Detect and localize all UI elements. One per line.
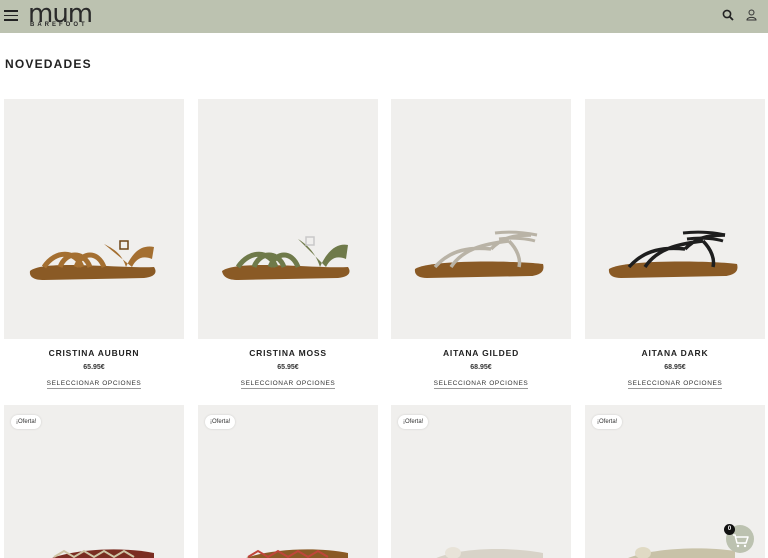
product-image[interactable]	[391, 99, 571, 339]
product-price: 68.95€	[470, 364, 492, 371]
offer-badge: ¡Oferta!	[11, 415, 42, 429]
product-price: 65.95€	[277, 364, 299, 371]
product-name[interactable]: AITANA GILDED	[391, 348, 571, 358]
section-title: NOVEDADES	[5, 57, 92, 71]
product-card: CRISTINA AUBURN 65.95€ SELECCIONAR OPCIO…	[4, 99, 184, 389]
product-image[interactable]	[198, 99, 378, 339]
select-options-button[interactable]: SELECCIONAR OPCIONES	[627, 380, 723, 389]
select-options-button[interactable]: SELECCIONAR OPCIONES	[46, 380, 142, 389]
offer-badge: ¡Oferta!	[398, 415, 429, 429]
search-icon[interactable]	[722, 9, 734, 21]
sandal-image	[608, 230, 738, 278]
product-card: ¡Oferta!	[198, 405, 378, 558]
site-header: mum BAREFOOT	[0, 0, 768, 33]
select-options-button[interactable]: SELECCIONAR OPCIONES	[433, 380, 529, 389]
product-card: ¡Oferta!	[4, 405, 184, 558]
site-logo[interactable]: mum BAREFOOT	[28, 1, 104, 31]
product-image[interactable]	[585, 99, 765, 339]
product-card: AITANA GILDED 68.95€ SELECCIONAR OPCIONE…	[391, 99, 571, 389]
select-options-button[interactable]: SELECCIONAR OPCIONES	[240, 380, 336, 389]
sandal-image	[414, 230, 544, 278]
product-card: AITANA DARK 68.95€ SELECCIONAR OPCIONES	[585, 99, 765, 389]
product-price: 65.95€	[83, 364, 105, 371]
offer-badge: ¡Oferta!	[205, 415, 236, 429]
sandal-image	[29, 240, 156, 280]
cart-count-badge: 0	[724, 524, 735, 535]
product-card: ¡Oferta!	[391, 405, 571, 558]
product-name[interactable]: AITANA DARK	[585, 348, 765, 358]
product-image[interactable]: ¡Oferta!	[391, 405, 571, 558]
product-image[interactable]: ¡Oferta!	[198, 405, 378, 558]
product-card: CRISTINA MOSS 65.95€ SELECCIONAR OPCIONE…	[198, 99, 378, 389]
sandal-image	[222, 236, 350, 280]
user-icon[interactable]	[746, 9, 757, 21]
offer-badge: ¡Oferta!	[592, 415, 623, 429]
product-image[interactable]	[4, 99, 184, 339]
product-image[interactable]: ¡Oferta!	[4, 405, 184, 558]
product-price: 68.95€	[664, 364, 686, 371]
hamburger-icon[interactable]	[4, 10, 18, 21]
product-name[interactable]: CRISTINA AUBURN	[4, 348, 184, 358]
product-name[interactable]: CRISTINA MOSS	[198, 348, 378, 358]
logo-subtext: BAREFOOT	[30, 22, 88, 28]
